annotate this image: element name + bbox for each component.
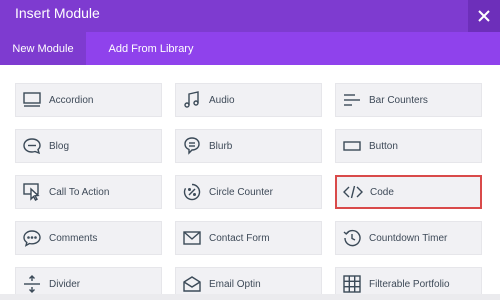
contact-form-icon xyxy=(181,227,203,249)
module-comments[interactable]: Comments xyxy=(15,221,162,255)
module-label: Blurb xyxy=(209,140,233,152)
module-label: Accordion xyxy=(49,94,94,106)
call-to-action-icon xyxy=(21,181,43,203)
module-audio[interactable]: Audio xyxy=(175,83,322,117)
module-label: Circle Counter xyxy=(209,186,273,198)
module-label: Email Optin xyxy=(209,278,261,290)
module-blurb[interactable]: Blurb xyxy=(175,129,322,163)
module-label: Code xyxy=(370,186,394,198)
countdown-timer-icon xyxy=(341,227,363,249)
tab-bar: New Module Add From Library xyxy=(0,32,500,65)
module-blog[interactable]: Blog xyxy=(15,129,162,163)
tab-add-from-library[interactable]: Add From Library xyxy=(86,32,216,65)
module-label: Divider xyxy=(49,278,81,290)
module-label: Button xyxy=(369,140,398,152)
close-icon xyxy=(478,10,490,22)
module-circle-counter[interactable]: Circle Counter xyxy=(175,175,322,209)
module-code[interactable]: Code xyxy=(335,175,482,209)
module-button[interactable]: Button xyxy=(335,129,482,163)
module-label: Countdown Timer xyxy=(369,232,448,244)
module-call-to-action[interactable]: Call To Action xyxy=(15,175,162,209)
code-icon xyxy=(342,181,364,203)
accordion-icon xyxy=(21,89,43,111)
module-label: Audio xyxy=(209,94,235,106)
module-bar-counters[interactable]: Bar Counters xyxy=(335,83,482,117)
module-contact-form[interactable]: Contact Form xyxy=(175,221,322,255)
module-label: Filterable Portfolio xyxy=(369,278,450,290)
module-countdown-timer[interactable]: Countdown Timer xyxy=(335,221,482,255)
modal-header: Insert Module xyxy=(0,0,500,32)
modal-footer-edge xyxy=(0,294,500,300)
module-grid: Accordion Audio Bar Counters Blog Blurb … xyxy=(0,65,500,300)
audio-icon xyxy=(181,89,203,111)
circle-counter-icon xyxy=(181,181,203,203)
bar-counters-icon xyxy=(341,89,363,111)
button-icon xyxy=(341,135,363,157)
module-label: Bar Counters xyxy=(369,94,428,106)
module-accordion[interactable]: Accordion xyxy=(15,83,162,117)
module-label: Comments xyxy=(49,232,98,244)
module-label: Call To Action xyxy=(49,186,110,198)
modal-title: Insert Module xyxy=(15,5,100,21)
filterable-portfolio-icon xyxy=(341,273,363,295)
module-label: Contact Form xyxy=(209,232,270,244)
blurb-icon xyxy=(181,135,203,157)
email-optin-icon xyxy=(181,273,203,295)
comments-icon xyxy=(21,227,43,249)
divider-icon xyxy=(21,273,43,295)
module-label: Blog xyxy=(49,140,70,152)
close-button[interactable] xyxy=(468,0,500,32)
blog-icon xyxy=(21,135,43,157)
tab-new-module[interactable]: New Module xyxy=(0,32,86,65)
